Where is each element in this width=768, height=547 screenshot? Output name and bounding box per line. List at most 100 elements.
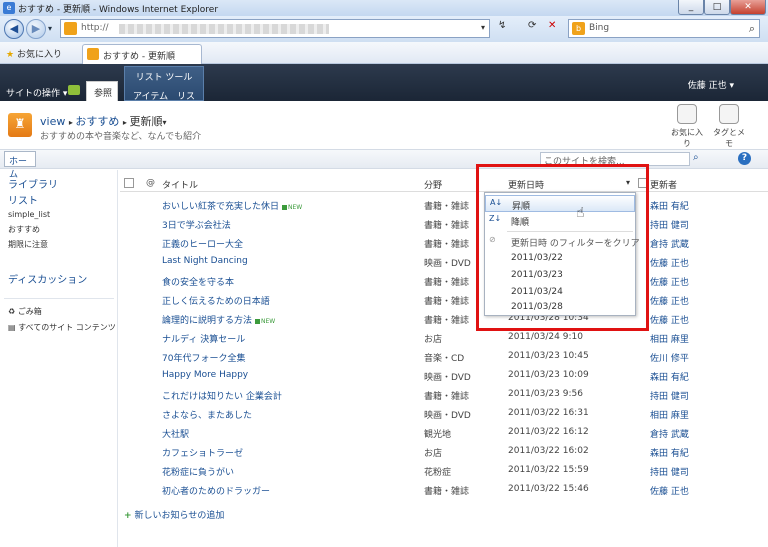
row-editor[interactable]: 森田 有紀 [650, 199, 689, 212]
table-row[interactable]: さよなら、またあした 映画・DVD 2011/03/22 16:31 相田 麻里 [0, 404, 768, 423]
row-editor[interactable]: 佐藤 正也 [650, 256, 689, 269]
row-editor[interactable]: 相田 麻里 [650, 408, 689, 421]
forward-button[interactable]: ▶ [26, 19, 46, 39]
row-category: 映画・DVD [424, 411, 471, 421]
compat-icon[interactable]: ↯ [498, 20, 506, 31]
breadcrumb-current[interactable]: 更新順 [129, 115, 162, 128]
window-title: おすすめ - 更新順 - Windows Internet Explorer [18, 5, 219, 15]
back-button[interactable]: ◀ [4, 19, 24, 39]
table-row[interactable]: 論理的に説明する方法 NEW 書籍・雑誌 2011/03/28 10:34 佐藤 正也 [0, 309, 768, 328]
search-icon[interactable]: ⌕ [749, 22, 755, 36]
row-title[interactable]: 初心者のためのドラッガー [162, 484, 270, 497]
address-field[interactable]: http:// ▾ [60, 19, 490, 38]
row-title[interactable]: これだけは知りたい 企業会計 [162, 389, 282, 402]
row-editor[interactable]: 佐藤 正也 [650, 294, 689, 307]
row-category: 書籍・雑誌 [424, 278, 470, 288]
row-modified: 2011/03/23 10:09 [508, 370, 589, 380]
table-row[interactable]: Happy More Happy 映画・DVD 2011/03/23 10:09 森田… [0, 366, 768, 385]
row-title[interactable]: さよなら、またあした [162, 408, 252, 421]
table-row[interactable]: 大社駅 観光地 2011/03/22 16:12 倉持 武蔵 [0, 423, 768, 442]
row-title[interactable]: ナルディ 決算セール [162, 332, 245, 345]
tab-list[interactable]: リスト [177, 89, 203, 115]
maximize-button[interactable]: □ [704, 0, 730, 15]
row-editor[interactable]: 佐藤 正也 [650, 275, 689, 288]
select-all-checkbox[interactable] [124, 178, 134, 188]
row-modified: 2011/03/22 16:31 [508, 408, 589, 418]
table-row[interactable]: 正しく伝えるための日本語 書籍・雑誌 佐藤 正也 [0, 290, 768, 309]
table-row[interactable]: カフェショトラーゼ お店 2011/03/22 16:02 森田 有紀 [0, 442, 768, 461]
row-title[interactable]: 大社駅 [162, 427, 189, 440]
history-dropdown-icon[interactable]: ▾ [48, 24, 52, 33]
breadcrumb-osusume[interactable]: おすすめ [75, 115, 119, 128]
row-title[interactable]: 正義のヒーロー大全 [162, 237, 243, 250]
table-row[interactable]: 花粉症に負うがい 花粉症 2011/03/22 15:59 持田 健司 [0, 461, 768, 480]
favorites-button[interactable]: ★ お気に入り [6, 47, 62, 60]
row-editor[interactable]: 佐藤 正也 [650, 484, 689, 497]
tags-notes-button[interactable]: タグとメモ [712, 104, 746, 149]
refresh-icon[interactable]: ⟳ [528, 20, 536, 31]
minimize-button[interactable]: _ [678, 0, 704, 15]
row-title[interactable]: 3日で学ぶ会社法 [162, 218, 231, 231]
row-title[interactable]: 70年代フォーク全集 [162, 351, 245, 364]
nav-home[interactable]: ホーム [4, 151, 36, 180]
row-editor[interactable]: 森田 有紀 [650, 446, 689, 459]
row-title[interactable]: 正しく伝えるための日本語 [162, 294, 270, 307]
address-dropdown-icon[interactable]: ▾ [481, 23, 485, 32]
row-title[interactable]: おいしい紅茶で充実した休日 NEW [162, 199, 302, 212]
table-row[interactable]: おいしい紅茶で充実した休日 NEW 書籍・雑誌 森田 有紀 [0, 195, 768, 214]
table-row[interactable]: 3日で学ぶ会社法 書籍・雑誌 持田 健司 [0, 214, 768, 233]
row-editor[interactable]: 持田 健司 [650, 218, 689, 231]
navigate-up-icon[interactable] [68, 85, 80, 95]
row-editor[interactable]: 佐藤 正也 [650, 313, 689, 326]
add-new-item-link[interactable]: + 新しいお知らせの追加 [124, 508, 224, 521]
row-title[interactable]: Last Night Dancing [162, 256, 248, 266]
window-titlebar: e おすすめ - 更新順 - Windows Internet Explorer… [0, 0, 768, 16]
nav-libraries[interactable]: ライブラリ [8, 176, 58, 191]
table-row[interactable]: 初心者のためのドラッガー 書籍・雑誌 2011/03/22 15:46 佐藤 正也 [0, 480, 768, 499]
address-blurred [119, 24, 329, 34]
row-category: 書籍・雑誌 [424, 221, 470, 231]
row-editor[interactable]: 佐川 修平 [650, 351, 689, 364]
table-row[interactable]: 食の安全を守る本 書籍・雑誌 佐藤 正也 [0, 271, 768, 290]
row-modified: 2011/03/23 10:45 [508, 351, 589, 361]
list-tools-group: リスト ツール アイテム リスト [124, 66, 204, 115]
stop-icon[interactable]: ✕ [548, 20, 556, 31]
tab-items[interactable]: アイテム [133, 89, 168, 102]
like-button[interactable]: お気に入り [670, 104, 704, 149]
row-title[interactable]: 論理的に説明する方法 NEW [162, 313, 275, 326]
help-icon[interactable]: ? [738, 152, 751, 165]
table-row[interactable]: Last Night Dancing 映画・DVD 佐藤 正也 [0, 252, 768, 271]
close-button[interactable]: ✕ [730, 0, 766, 15]
site-description: おすすめの本や音楽など、なんでも紹介 [40, 132, 202, 142]
row-title[interactable]: カフェショトラーゼ [162, 446, 243, 459]
tab-browse[interactable]: 参照 [86, 81, 118, 101]
column-title[interactable]: タイトル [162, 178, 198, 191]
row-editor[interactable]: 倉持 武蔵 [650, 427, 689, 440]
row-editor[interactable]: 持田 健司 [650, 465, 689, 478]
address-toolbar: ◀ ▶ ▾ http:// ▾ ↯ ⟳ ✕ b Bing ⌕ [0, 16, 768, 42]
search-box[interactable]: b Bing ⌕ [568, 19, 760, 38]
page-icon [64, 22, 77, 35]
row-category: お店 [424, 335, 443, 345]
row-title[interactable]: Happy More Happy [162, 370, 248, 380]
row-editor[interactable]: 倉持 武蔵 [650, 237, 689, 250]
site-actions-menu[interactable]: サイトの操作 ▾ [6, 86, 67, 99]
column-category[interactable]: 分野 [424, 178, 442, 191]
table-row[interactable]: 70年代フォーク全集 音楽・CD 2011/03/23 10:45 佐川 修平 [0, 347, 768, 366]
browser-tab[interactable]: おすすめ - 更新順 [82, 44, 202, 64]
breadcrumb-view[interactable]: view [40, 115, 65, 128]
row-editor[interactable]: 森田 有紀 [650, 370, 689, 383]
row-editor[interactable]: 持田 健司 [650, 389, 689, 402]
row-category: 映画・DVD [424, 373, 471, 383]
site-search-icon[interactable]: ⌕ [693, 152, 699, 163]
table-row[interactable]: 正義のヒーロー大全 書籍・雑誌 倉持 武蔵 [0, 233, 768, 252]
attachment-icon: @ [146, 178, 155, 188]
row-title[interactable]: 食の安全を守る本 [162, 275, 234, 288]
table-row[interactable]: ナルディ 決算セール お店 2011/03/24 9:10 相田 麻里 [0, 328, 768, 347]
column-editor[interactable]: 更新者 [650, 178, 677, 191]
tab-label: おすすめ - 更新順 [103, 52, 175, 62]
user-menu[interactable]: 佐藤 正也 ▾ [688, 78, 734, 91]
row-title[interactable]: 花粉症に負うがい [162, 465, 234, 478]
row-editor[interactable]: 相田 麻里 [650, 332, 689, 345]
table-row[interactable]: これだけは知りたい 企業会計 書籍・雑誌 2011/03/23 9:56 持田 健司 [0, 385, 768, 404]
